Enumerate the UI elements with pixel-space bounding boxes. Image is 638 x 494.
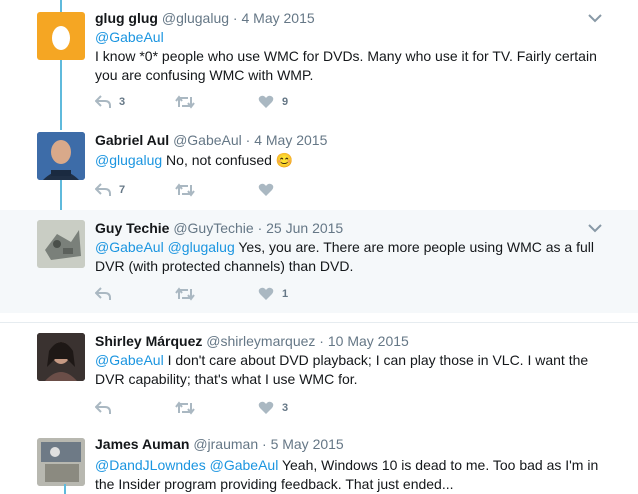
like-icon [258, 287, 274, 300]
chevron-down-icon[interactable] [588, 223, 602, 233]
tweet-header: James Auman @jrauman · 5 May 2015 [95, 436, 344, 452]
tweet-1[interactable]: glug glug @glugalug · 4 May 2015 @GabeAu… [0, 0, 638, 120]
tweet-text-content: I don't care about DVD playback; I can p… [95, 352, 589, 387]
retweet-button[interactable] [175, 285, 195, 303]
display-name[interactable]: Guy Techie [95, 220, 169, 236]
smile-emoji-icon: 😊 [275, 152, 294, 168]
reply-icon [95, 401, 111, 414]
tweet-text: @glugalug No, not confused 😊 [95, 151, 605, 170]
retweet-button[interactable] [175, 399, 195, 417]
timestamp[interactable]: 4 May 2015 [254, 132, 327, 148]
egg-avatar-icon [52, 26, 70, 50]
tweet-header: glug glug @glugalug · 4 May 2015 [95, 10, 315, 26]
reply-icon [95, 183, 111, 196]
separator: · [262, 436, 267, 452]
tweet-2[interactable]: Gabriel Aul @GabeAul · 4 May 2015 @gluga… [0, 122, 638, 207]
reply-button[interactable] [95, 399, 111, 417]
tweet-text: @GabeAul @glugalug Yes, you are. There a… [95, 238, 605, 276]
tweet-header: Shirley Márquez @shirleymarquez · 10 May… [95, 333, 409, 349]
avatar[interactable] [37, 12, 85, 60]
display-name[interactable]: Shirley Márquez [95, 333, 202, 349]
tweet-header: Guy Techie @GuyTechie · 25 Jun 2015 [95, 220, 343, 236]
like-button[interactable]: 3 [258, 399, 288, 417]
profile-photo [37, 220, 85, 268]
profile-photo [37, 438, 85, 486]
like-count: 9 [282, 96, 289, 108]
mention-link[interactable]: @DandJLowndes @GabeAul [95, 457, 278, 473]
like-button[interactable] [258, 181, 274, 199]
retweet-icon [175, 95, 195, 109]
retweet-button[interactable] [175, 181, 195, 199]
like-count: 1 [282, 288, 289, 300]
display-name[interactable]: James Auman [95, 436, 189, 452]
tweet-text-content: I know *0* people who use WMC for DVDs. … [95, 48, 597, 83]
mention-link[interactable]: @glugalug [95, 152, 162, 168]
separator: · [319, 333, 324, 349]
tweet-text: @GabeAul I know *0* people who use WMC f… [95, 28, 605, 85]
timestamp[interactable]: 4 May 2015 [241, 10, 314, 26]
timestamp[interactable]: 10 May 2015 [328, 333, 409, 349]
separator: · [245, 132, 251, 148]
profile-photo [37, 132, 85, 180]
like-count: 3 [282, 402, 289, 414]
tweet-text: @GabeAul I don't care about DVD playback… [95, 351, 605, 389]
mention-link[interactable]: @GabeAul [95, 352, 164, 368]
display-name[interactable]: glug glug [95, 10, 158, 26]
tweet-text-content: No, not confused [162, 152, 276, 168]
tweet-4[interactable]: Shirley Márquez @shirleymarquez · 10 May… [0, 323, 638, 423]
mention-link[interactable]: @GabeAul [95, 29, 164, 45]
profile-photo [37, 333, 85, 381]
like-button[interactable]: 9 [258, 93, 288, 111]
retweet-button[interactable] [175, 93, 195, 111]
separator: · [232, 10, 238, 26]
avatar[interactable] [37, 438, 85, 486]
tweet-text: @DandJLowndes @GabeAul Yeah, Windows 10 … [95, 456, 605, 494]
handle[interactable]: @glugalug [162, 10, 229, 26]
reply-count: 3 [119, 96, 126, 108]
timestamp[interactable]: 5 May 2015 [271, 436, 344, 452]
like-icon [258, 183, 274, 196]
retweet-icon [175, 183, 195, 197]
handle[interactable]: @GabeAul [173, 132, 242, 148]
timestamp[interactable]: 25 Jun 2015 [266, 220, 343, 236]
thread-line [64, 484, 66, 494]
chevron-down-icon[interactable] [588, 13, 602, 23]
reply-button[interactable] [95, 285, 111, 303]
like-button[interactable]: 1 [258, 285, 288, 303]
reply-button[interactable]: 7 [95, 181, 125, 199]
handle[interactable]: @shirleymarquez [206, 333, 315, 349]
retweet-icon [175, 401, 195, 415]
handle[interactable]: @jrauman [193, 436, 258, 452]
retweet-icon [175, 287, 195, 301]
mention-link[interactable]: @GabeAul @glugalug [95, 239, 235, 255]
separator: · [257, 220, 263, 236]
display-name[interactable]: Gabriel Aul [95, 132, 169, 148]
avatar[interactable] [37, 132, 85, 180]
tweet-3[interactable]: Guy Techie @GuyTechie · 25 Jun 2015 @Gab… [0, 210, 638, 313]
reply-count: 7 [119, 184, 126, 196]
tweet-5[interactable]: James Auman @jrauman · 5 May 2015 @DandJ… [0, 428, 638, 494]
like-icon [258, 95, 274, 108]
reply-button[interactable]: 3 [95, 93, 125, 111]
tweet-header: Gabriel Aul @GabeAul · 4 May 2015 [95, 132, 327, 148]
handle[interactable]: @GuyTechie [173, 220, 253, 236]
like-icon [258, 401, 274, 414]
reply-icon [95, 95, 111, 108]
avatar[interactable] [37, 333, 85, 381]
avatar[interactable] [37, 220, 85, 268]
reply-icon [95, 287, 111, 300]
